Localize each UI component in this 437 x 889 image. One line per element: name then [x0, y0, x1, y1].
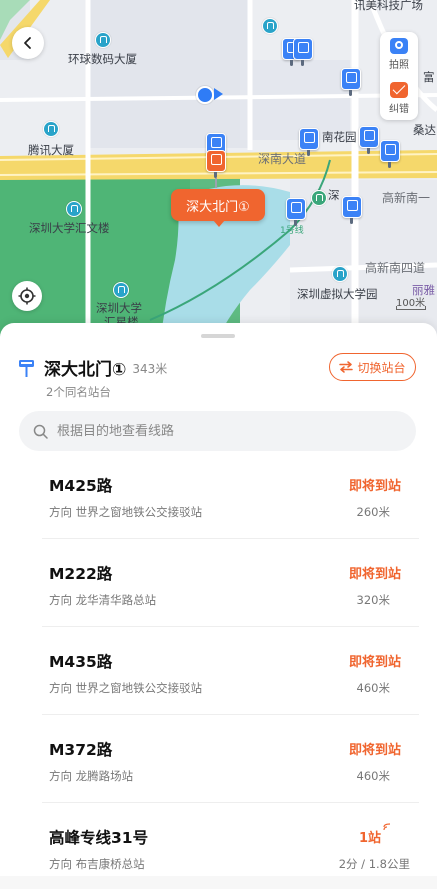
arrival-status: 即将到站 — [348, 743, 401, 758]
map-label: 腾讯大厦 — [28, 143, 74, 157]
switch-stop-label: 切换站台 — [357, 360, 406, 375]
route-name: 高峰专线31号 — [49, 829, 149, 847]
route-direction: 方向 世界之窗地铁公交接驳站 — [49, 505, 203, 519]
current-location-icon — [196, 86, 214, 104]
route-search-input[interactable] — [57, 423, 377, 439]
map-label: 深圳大学汇文楼 — [29, 221, 110, 235]
route-item[interactable]: M222路 方向 龙华清华路总站 即将到站 320米 — [0, 539, 437, 627]
search-icon — [33, 424, 48, 439]
map-label: 深 — [328, 188, 340, 202]
mail-icon — [390, 81, 408, 98]
building-poi-icon[interactable] — [332, 266, 348, 282]
stop-distance: 343米 — [132, 362, 168, 376]
route-item[interactable]: M425路 方向 世界之窗地铁公交接驳站 即将到站 260米 — [0, 451, 437, 539]
stop-name: 深大北门① — [44, 360, 127, 380]
route-direction: 方向 龙华清华路总站 — [49, 593, 157, 607]
bus-stop-icon[interactable] — [286, 198, 306, 226]
correct-label: 纠错 — [389, 103, 409, 115]
route-item[interactable]: M372路 方向 龙腾路场站 即将到站 460米 — [0, 715, 437, 803]
route-direction: 方向 龙腾路场站 — [49, 769, 134, 783]
building-poi-icon[interactable] — [66, 201, 82, 217]
road-label: 深南大道 — [258, 152, 307, 166]
bus-stop-icon[interactable] — [341, 68, 361, 96]
drag-handle[interactable] — [201, 334, 235, 338]
route-direction: 方向 世界之窗地铁公交接驳站 — [49, 681, 203, 695]
bus-stop-icon[interactable] — [342, 196, 362, 224]
photo-label: 拍照 — [389, 59, 409, 71]
arrival-status: 即将到站 — [348, 655, 401, 670]
map-view[interactable]: 讯美科技广场 环球数码大厦 富 腾讯大厦 南花园 桑达 深南大道 深 高新南一 … — [0, 0, 437, 345]
bus-stop-icon[interactable] — [293, 38, 313, 66]
bus-stop-sign-icon — [19, 359, 34, 377]
switch-stop-button[interactable]: 切换站台 — [329, 353, 416, 381]
route-list: M425路 方向 世界之窗地铁公交接驳站 即将到站 260米 M222路 方向 … — [0, 451, 437, 889]
route-direction: 方向 布吉康桥总站 — [49, 857, 145, 871]
stop-detail-sheet: 深大北门① 343米 2个同名站台 切换站台 M425路 方向 世界之窗地铁公交… — [0, 323, 437, 889]
map-label: 深圳虚拟大学园 — [297, 287, 378, 301]
building-poi-icon[interactable] — [43, 121, 59, 137]
arrival-distance: 2分 / 1.8公里 — [338, 857, 410, 871]
metro-station-icon[interactable] — [311, 190, 327, 206]
map-label: 富 — [423, 70, 435, 84]
route-name: M222路 — [49, 565, 113, 583]
arrival-status: 1站 — [358, 831, 381, 846]
route-name: M372路 — [49, 741, 113, 759]
building-poi-icon[interactable] — [113, 282, 129, 298]
back-button[interactable] — [12, 27, 44, 59]
road-label: 高新南四道 — [365, 261, 426, 275]
arrival-distance: 460米 — [356, 769, 390, 783]
map-label: 南花园 — [322, 130, 357, 144]
selected-bus-stop-icon[interactable] — [206, 150, 226, 178]
map-label: 深圳大学 — [96, 301, 142, 315]
arrival-status: 即将到站 — [348, 479, 401, 494]
map-label: 讯美科技广场 — [354, 0, 423, 12]
realtime-signal-icon — [383, 823, 391, 831]
same-name-count: 2个同名站台 — [46, 385, 111, 399]
route-name: M425路 — [49, 477, 113, 495]
building-poi-icon[interactable] — [95, 32, 111, 48]
stop-header: 深大北门① 343米 — [18, 355, 167, 380]
metro-line-label: 1号线 — [280, 226, 304, 236]
bus-stop-icon[interactable] — [359, 126, 379, 154]
locate-button[interactable] — [12, 281, 42, 311]
photo-button[interactable]: 拍照 — [380, 32, 418, 76]
map-label: 环球数码大厦 — [68, 52, 137, 66]
heading-arrow-icon — [214, 88, 223, 100]
correct-button[interactable]: 纠错 — [380, 76, 418, 120]
arrival-distance: 320米 — [356, 593, 390, 607]
road-label: 高新南一 — [382, 191, 431, 205]
bottom-safe-area — [0, 876, 437, 889]
arrival-distance: 260米 — [356, 505, 390, 519]
map-label: 桑达 — [413, 123, 436, 137]
building-poi-icon[interactable] — [262, 18, 278, 34]
scale-bar — [396, 306, 426, 310]
chevron-left-icon — [24, 37, 31, 49]
locate-icon — [18, 287, 36, 305]
switch-icon — [339, 361, 354, 373]
route-item[interactable]: M435路 方向 世界之窗地铁公交接驳站 即将到站 460米 — [0, 627, 437, 715]
camera-icon — [390, 37, 408, 54]
route-name: M435路 — [49, 653, 113, 671]
bus-stop-icon[interactable] — [380, 140, 400, 168]
selected-stop-bubble[interactable]: 深大北门① — [171, 189, 265, 227]
bus-stop-icon[interactable] — [299, 128, 319, 156]
map-tools: 拍照 纠错 — [380, 32, 418, 120]
arrival-distance: 460米 — [356, 681, 390, 695]
selected-stop-bubble-label: 深大北门① — [186, 199, 250, 215]
route-search[interactable] — [19, 411, 416, 451]
arrival-status: 即将到站 — [348, 567, 401, 582]
